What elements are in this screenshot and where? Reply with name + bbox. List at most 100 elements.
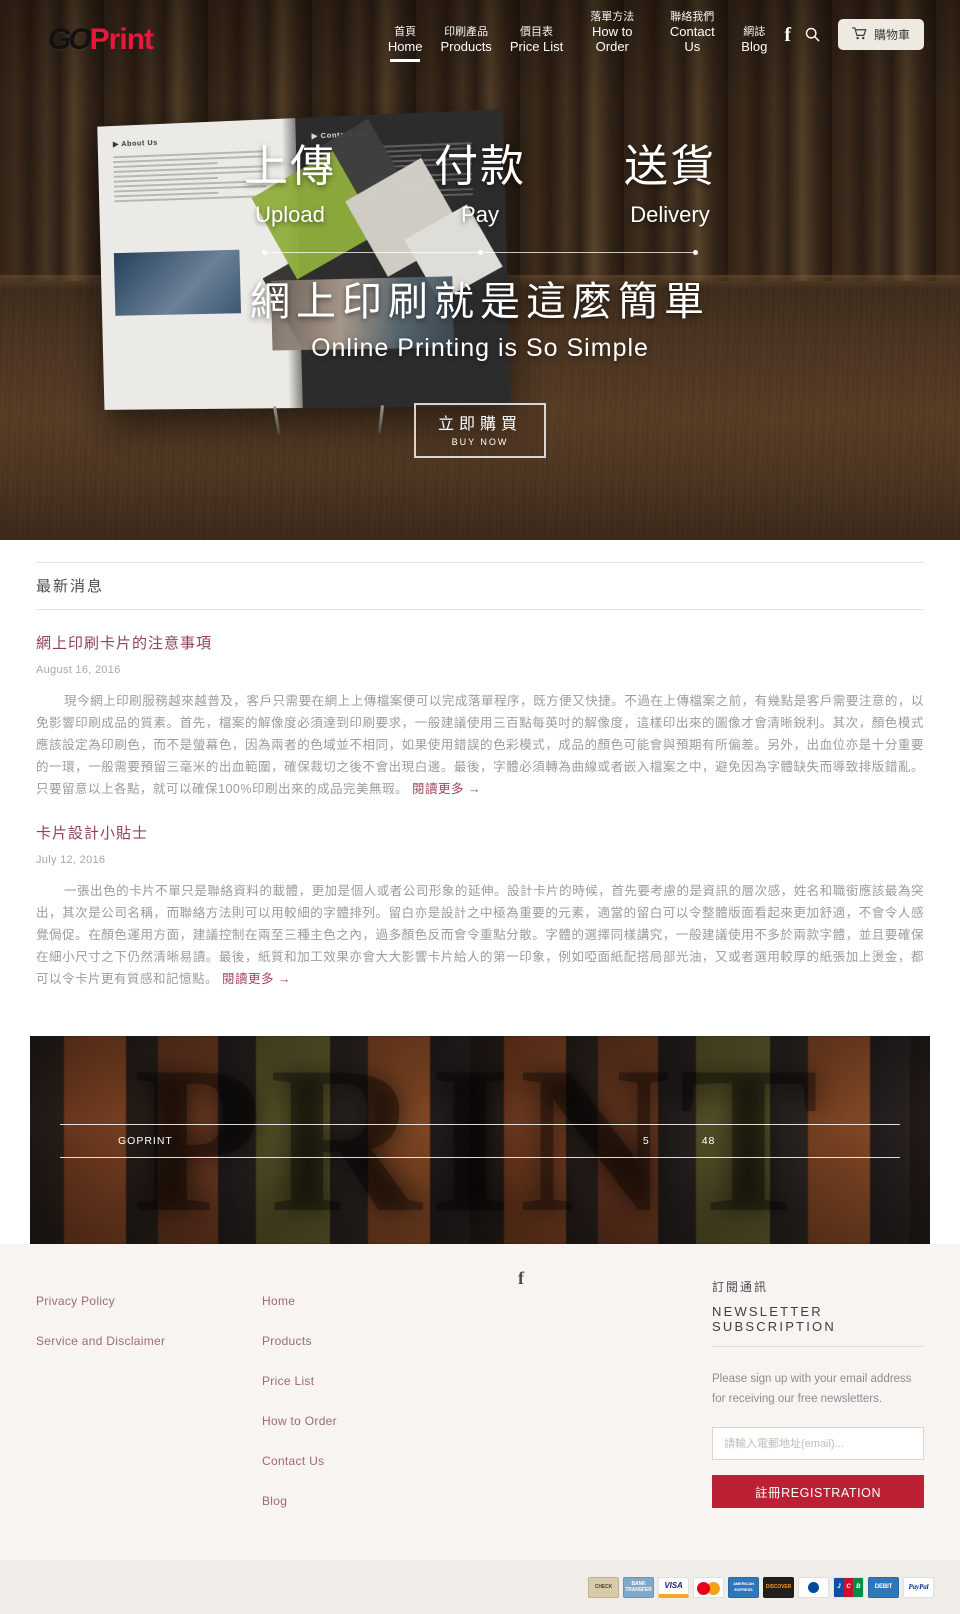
blog-post-body: 現今網上印刷服務越來越普及，客戶只需要在網上上傳檔案便可以完成落單程序，既方便又…	[36, 690, 924, 800]
main-navigation: 首頁 Home 印刷產品 Products 價目表 Price List 落單方…	[379, 10, 960, 70]
site-logo[interactable]: GO Print	[48, 23, 154, 56]
site-header: GO Print 首頁 Home 印刷產品 Products 價目表 Price …	[0, 0, 960, 80]
hero-step-dot-1	[262, 250, 267, 255]
nav-item-home[interactable]: 首頁 Home	[379, 25, 432, 70]
nav-item-how-to-order-en: How to Order	[592, 24, 633, 54]
facebook-icon[interactable]: f	[784, 25, 791, 45]
blog-post-title[interactable]: 網上印刷卡片的注意事項	[36, 632, 212, 653]
newsletter-description: Please sign up with your email address f…	[712, 1373, 912, 1405]
hero-step-pay-en: Pay	[461, 202, 499, 227]
nav-item-how-to-order-cn: 落單方法	[590, 11, 635, 23]
buy-now-button[interactable]: 立即購買 BUY NOW	[413, 403, 546, 458]
hero-step-upload-cn: 上傳	[244, 142, 336, 191]
blog-post-date: July 12, 2016	[36, 854, 106, 866]
footer-link-price-list[interactable]: Price List	[262, 1374, 488, 1388]
nav-item-products-cn: 印刷產品	[444, 26, 489, 38]
hero-step-dot-2	[477, 250, 483, 255]
payment-icon-bank-transfer: BANK TRANSFER	[623, 1576, 654, 1598]
blog-post: 卡片設計小貼士 July 12, 2016 一張出色的卡片不單只是聯絡資料的載體…	[36, 800, 924, 990]
nav-item-products-en: Products	[440, 39, 492, 54]
blog-section-title: 最新消息	[36, 562, 924, 610]
nav-item-price-list-en: Price List	[509, 39, 564, 54]
logo-text-print: Print	[89, 23, 154, 56]
search-icon[interactable]	[805, 27, 820, 42]
blog-post-body-highlight: 100%	[218, 782, 252, 796]
payment-icon-visa: VISA	[658, 1576, 689, 1598]
hero-step-delivery: 送貨 Delivery	[575, 140, 765, 230]
facebook-icon[interactable]: f	[518, 1268, 524, 1289]
nav-item-price-list[interactable]: 價目表 Price List	[501, 25, 572, 70]
nav-item-how-to-order[interactable]: 落單方法 How to Order	[572, 10, 652, 70]
hero-steps: 上傳 Upload 付款 Pay 送貨 Delivery	[170, 140, 790, 230]
hero-tagline-en: Online Printing is So Simple	[311, 334, 649, 362]
payment-icon-paypal: PayPal	[903, 1576, 934, 1598]
site-footer: Privacy Policy Service and Disclaimer Ho…	[0, 1244, 960, 1560]
hero-step-connector	[262, 250, 698, 255]
letterpress-banner: PRINT GOPRINT 5 48	[30, 1036, 930, 1244]
footer-column-sitemap: Home Products Price List How to Order Co…	[262, 1278, 488, 1534]
blog-post-body-text: 現今網上印刷服務越來越普及，客戶只需要在網上上傳檔案便可以完成落單程序，既方便又…	[36, 694, 924, 796]
payment-icon-check: CHECK	[588, 1576, 619, 1598]
footer-link-privacy-policy[interactable]: Privacy Policy	[36, 1294, 262, 1308]
banner-stats-bar: GOPRINT 5 48	[60, 1124, 900, 1158]
blog-post-readmore-link[interactable]: 閱讀更多 →	[222, 972, 291, 986]
buy-now-button-cn: 立即購買	[437, 416, 522, 433]
hero-tagline: 網上印刷就是這麼簡單 Online Printing is So Simple	[0, 277, 960, 365]
newsletter-title-en: NEWSLETTER SUBSCRIPTION	[712, 1304, 924, 1347]
footer-link-contact-us[interactable]: Contact Us	[262, 1454, 488, 1468]
blog-post-date: August 16, 2016	[36, 664, 121, 676]
nav-item-contact-us-en: Contact Us	[669, 24, 715, 54]
nav-item-price-list-cn: 價目表	[520, 26, 554, 38]
blog-post-title[interactable]: 卡片設計小貼士	[36, 822, 148, 843]
blog-post-body-tail: 印刷出來的成品完美無瑕。	[252, 782, 409, 796]
footer-link-products[interactable]: Products	[262, 1334, 488, 1348]
nav-item-blog[interactable]: 網誌 Blog	[732, 25, 776, 70]
nav-item-blog-cn: 網誌	[743, 26, 766, 38]
payment-icon-jcb: JCB	[833, 1576, 864, 1598]
footer-link-blog[interactable]: Blog	[262, 1494, 488, 1508]
nav-item-home-cn: 首頁	[394, 26, 417, 38]
hero-step-pay: 付款 Pay	[385, 140, 575, 230]
hero-step-delivery-en: Delivery	[630, 202, 710, 227]
blog-post-body: 一張出色的卡片不單只是聯絡資料的載體，更加是個人或者公司形象的延伸。設計卡片的時…	[36, 880, 924, 990]
banner-stat-value-1: 5	[642, 1135, 650, 1147]
payment-icon-debit: DEBIT	[868, 1576, 899, 1598]
nav-item-products[interactable]: 印刷產品 Products	[432, 25, 501, 70]
footer-column-social: f	[488, 1268, 688, 1534]
footer-link-home[interactable]: Home	[262, 1294, 488, 1308]
hero-tagline-cn: 網上印刷就是這麼簡單	[250, 280, 710, 324]
cart-icon	[852, 26, 867, 43]
newsletter-title-cn: 訂閱通訊	[712, 1280, 769, 1294]
hero-step-upload: 上傳 Upload	[195, 140, 385, 230]
blog-post-readmore-link[interactable]: 閱讀更多 →	[412, 782, 481, 796]
blog-post-readmore-label: 閱讀更多	[412, 782, 465, 796]
payment-icon-american-express: AMERICAN EXPRESS	[728, 1576, 759, 1598]
footer-link-service-disclaimer[interactable]: Service and Disclaimer	[36, 1334, 262, 1348]
footer-column-newsletter: 訂閱通訊 NEWSLETTER SUBSCRIPTION Please sign…	[712, 1278, 924, 1534]
banner-stat-brand: GOPRINT	[118, 1135, 173, 1147]
nav-item-contact-us[interactable]: 聯絡我們 Contact Us	[652, 10, 732, 70]
cart-button-label: 購物車	[873, 28, 910, 42]
payment-icon-diners-club	[798, 1576, 829, 1598]
newsletter-email-input[interactable]	[712, 1427, 924, 1460]
blog-post: 網上印刷卡片的注意事項 August 16, 2016 現今網上印刷服務越來越普…	[36, 610, 924, 800]
hero-step-upload-en: Upload	[255, 202, 325, 227]
hero-step-dot-3	[693, 250, 698, 255]
footer-column-legal: Privacy Policy Service and Disclaimer	[36, 1278, 262, 1534]
nav-item-home-en: Home	[387, 39, 423, 54]
cart-button[interactable]: 購物車	[837, 19, 924, 50]
hero-section: ▶ About Us ▶ Contact Us GOPrint 首頁 Home	[0, 0, 960, 540]
blog-post-body-text: 一張出色的卡片不單只是聯絡資料的載體，更加是個人或者公司形象的延伸。設計卡片的時…	[36, 884, 924, 986]
nav-item-contact-us-cn: 聯絡我們	[670, 11, 715, 23]
blog-post-readmore-label: 閱讀更多	[222, 972, 275, 986]
newsletter-register-button[interactable]: 註冊REGISTRATION	[712, 1475, 924, 1508]
payment-icon-mastercard	[693, 1576, 724, 1598]
footer-link-how-to-order[interactable]: How to Order	[262, 1414, 488, 1428]
hero-content: 上傳 Upload 付款 Pay 送貨 Delivery 網上印刷就是這麼簡單 …	[0, 140, 960, 458]
hero-step-delivery-cn: 送貨	[624, 142, 716, 191]
logo-text-go: GO	[48, 23, 92, 56]
hero-step-pay-cn: 付款	[434, 142, 526, 191]
buy-now-button-en: BUY NOW	[451, 437, 509, 447]
header-icon-group: f 購物車	[784, 19, 946, 70]
blog-section: 最新消息 網上印刷卡片的注意事項 August 16, 2016 現今網上印刷服…	[0, 540, 960, 1020]
